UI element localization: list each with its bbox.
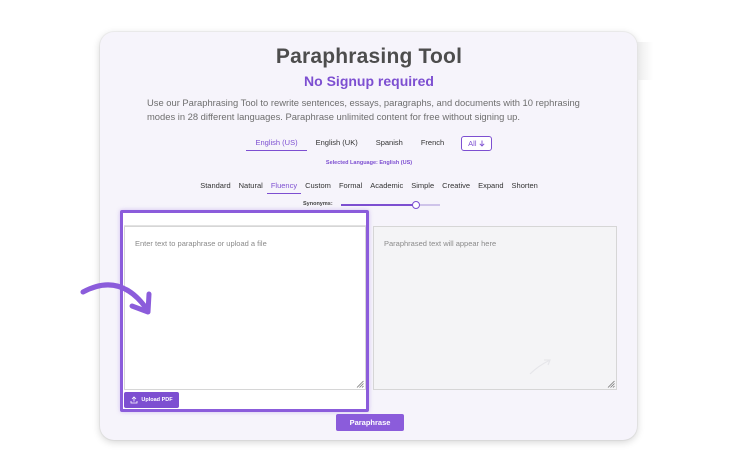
all-languages-button[interactable]: All: [461, 135, 492, 151]
language-tab-french[interactable]: French: [412, 136, 453, 150]
mode-tab-academic[interactable]: Academic: [366, 179, 407, 193]
language-tab-english-uk[interactable]: English (UK): [307, 136, 367, 150]
page-title: Paraphrasing Tool: [275, 45, 463, 68]
mode-tab-formal[interactable]: Formal: [335, 179, 366, 193]
page-subtitle: No Signup required: [304, 73, 434, 89]
upload-icon: [131, 396, 138, 404]
resize-handle-icon[interactable]: [356, 380, 364, 388]
mode-tab-shorten[interactable]: Shorten: [508, 179, 542, 193]
selected-language-text: Selected Language: English (US): [325, 160, 413, 166]
page-description: Use our Paraphrasing Tool to rewrite sen…: [147, 97, 580, 122]
synonyms-slider-fill: [341, 204, 417, 206]
input-placeholder: Enter text to paraphrase or upload a fil…: [135, 239, 267, 248]
language-tabs: English (US) English (UK) Spanish French…: [0, 135, 738, 151]
mode-tab-creative[interactable]: Creative: [438, 179, 474, 193]
mode-tab-custom[interactable]: Custom: [301, 179, 335, 193]
mode-tab-simple[interactable]: Simple: [407, 179, 438, 193]
mode-tab-expand[interactable]: Expand: [474, 179, 507, 193]
output-textarea: Paraphrased text will appear here: [373, 226, 617, 390]
output-placeholder: Paraphrased text will appear here: [384, 239, 497, 248]
mode-tab-fluency[interactable]: Fluency: [266, 179, 302, 194]
mode-tab-natural[interactable]: Natural: [235, 179, 267, 193]
synonyms-label: Synonyms:: [303, 201, 333, 207]
upload-pdf-label: Upload PDF: [141, 397, 173, 403]
mode-tabs: Standard Natural Fluency Custom Formal A…: [0, 179, 738, 194]
mode-tab-standard[interactable]: Standard: [196, 179, 234, 193]
language-tab-english-us[interactable]: English (US): [246, 136, 307, 151]
all-languages-label: All: [468, 138, 477, 148]
faint-arrow-icon: [529, 359, 551, 375]
curved-arrow-icon: [80, 282, 152, 315]
paraphrase-button[interactable]: Paraphrase: [336, 414, 404, 431]
synonyms-slider[interactable]: [341, 201, 440, 209]
language-tab-spanish[interactable]: Spanish: [367, 136, 412, 150]
arrow-down-icon: [478, 140, 485, 147]
input-textarea[interactable]: Enter text to paraphrase or upload a fil…: [124, 226, 366, 390]
upload-pdf-button[interactable]: Upload PDF: [124, 392, 179, 408]
resize-handle-icon[interactable]: [607, 380, 615, 388]
